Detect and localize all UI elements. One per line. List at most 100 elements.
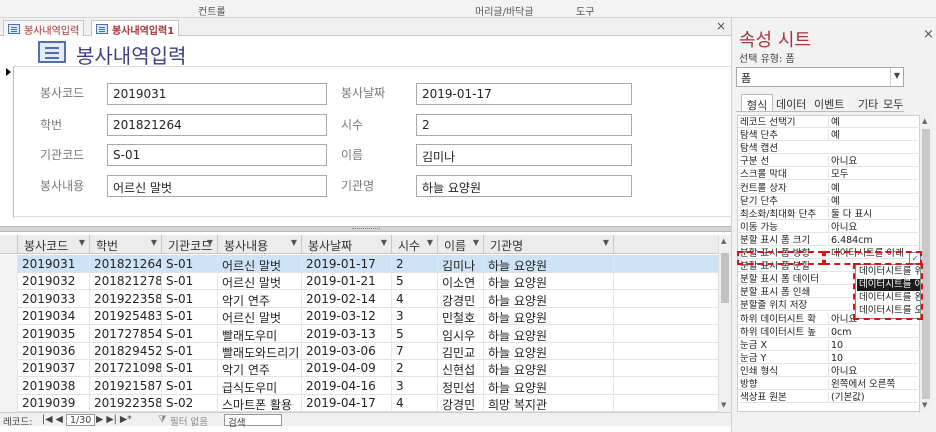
record-selector[interactable] bbox=[4, 66, 14, 218]
table-cell[interactable]: 201925483 bbox=[90, 307, 162, 326]
table-cell[interactable]: 2019033 bbox=[18, 289, 90, 308]
table-cell[interactable]: 4 bbox=[392, 394, 438, 413]
table-cell[interactable]: 스마트폰 활용 bbox=[218, 394, 302, 413]
nav-first-prev-buttons[interactable]: |◀ ◀ bbox=[42, 414, 63, 425]
table-cell[interactable]: 악기 연주 bbox=[218, 289, 302, 308]
property-value[interactable]: 아니요 bbox=[828, 221, 920, 233]
row-selector[interactable] bbox=[0, 289, 18, 308]
table-cell[interactable]: S-01 bbox=[162, 376, 218, 395]
table-cell[interactable]: 5 bbox=[392, 324, 438, 343]
ribbon-context-label[interactable]: 컨트롤 bbox=[198, 3, 226, 18]
chevron-down-icon[interactable]: ▼ bbox=[79, 238, 85, 247]
table-cell[interactable]: 2019036 bbox=[18, 342, 90, 360]
table-cell[interactable]: 어르신 말벗 bbox=[218, 255, 302, 273]
table-cell[interactable]: 2019037 bbox=[18, 359, 90, 378]
table-cell[interactable]: 201829452 bbox=[90, 342, 162, 360]
table-cell[interactable]: 3 bbox=[392, 307, 438, 326]
scroll-down-icon[interactable]: ▼ bbox=[922, 401, 927, 409]
student-id-field[interactable]: 201821264 bbox=[107, 114, 327, 136]
table-cell[interactable]: 빨래도우미 bbox=[218, 324, 302, 343]
table-cell[interactable]: 강경민 bbox=[438, 289, 484, 308]
table-cell[interactable]: 희망 복지관 bbox=[484, 394, 614, 413]
name-field[interactable]: 김미나 bbox=[416, 144, 632, 166]
row-selector[interactable] bbox=[0, 272, 18, 291]
column-header[interactable]: 기관코드 ▼ bbox=[162, 235, 218, 254]
property-tab[interactable]: 데이터 bbox=[771, 94, 811, 112]
property-row[interactable]: 눈금 Y 10 bbox=[738, 352, 921, 364]
ribbon-tools[interactable]: 도구 bbox=[576, 3, 594, 18]
property-value[interactable]: 예 bbox=[828, 117, 920, 128]
property-row[interactable]: 컨트롤 상자 예 bbox=[738, 182, 921, 194]
table-cell[interactable]: 정민섭 bbox=[438, 376, 484, 395]
table-cell[interactable]: 하늘 요양원 bbox=[484, 289, 614, 308]
object-selector[interactable]: 폼 bbox=[736, 67, 904, 87]
chevron-down-icon[interactable]: ▼ bbox=[151, 238, 157, 247]
table-row[interactable]: 2019035 201727854 S-01 빨래도우미 2019-03-13 5 임시우 하… bbox=[0, 324, 718, 343]
chevron-down-icon[interactable]: ▼ bbox=[381, 238, 387, 247]
table-cell[interactable]: 2019-03-12 bbox=[302, 307, 392, 326]
column-header[interactable]: 기관명 ▼ bbox=[484, 235, 614, 254]
column-header[interactable]: 이름 ▼ bbox=[438, 235, 484, 254]
scroll-down-icon[interactable]: ▼ bbox=[721, 401, 726, 409]
property-row[interactable]: 색상표 원본 (기본값) bbox=[738, 392, 921, 404]
column-header[interactable]: 학번 ▼ bbox=[90, 235, 162, 254]
table-cell[interactable]: S-01 bbox=[162, 255, 218, 273]
datasheet-scrollbar[interactable]: ▲ ▼ bbox=[718, 235, 731, 412]
table-cell[interactable]: 2019038 bbox=[18, 376, 90, 395]
hours-field[interactable]: 2 bbox=[416, 114, 632, 136]
table-row[interactable]: 2019039 201922358 S-02 스마트폰 활용 2019-04-17 4 강경… bbox=[0, 394, 718, 413]
chevron-down-icon[interactable]: ▼ bbox=[207, 238, 213, 247]
table-cell[interactable]: 2019-01-21 bbox=[302, 272, 392, 291]
property-row[interactable]: 레코드 선택기 예 bbox=[738, 117, 921, 128]
table-cell[interactable]: 2019-01-17 bbox=[302, 255, 392, 273]
table-cell[interactable]: 2 bbox=[392, 255, 438, 273]
table-cell[interactable]: 2019032 bbox=[18, 272, 90, 291]
table-cell[interactable]: 7 bbox=[392, 342, 438, 360]
current-record-input[interactable]: 1/30 bbox=[66, 414, 96, 426]
table-cell[interactable]: 어르신 말벗 bbox=[218, 307, 302, 326]
chevron-down-icon[interactable]: ▼ bbox=[473, 238, 479, 247]
table-cell[interactable]: 201921587 bbox=[90, 376, 162, 395]
scroll-thumb[interactable] bbox=[922, 129, 930, 399]
property-row[interactable]: 탐색 캡션 bbox=[738, 143, 921, 155]
table-cell[interactable]: 2019-04-09 bbox=[302, 359, 392, 378]
table-cell[interactable]: 강경민 bbox=[438, 394, 484, 413]
tab-service-entry-1[interactable]: 봉사내역입력1 bbox=[91, 20, 180, 37]
chevron-down-icon[interactable]: ▼ bbox=[603, 238, 609, 247]
table-cell[interactable]: 하늘 요양원 bbox=[484, 342, 614, 360]
close-icon[interactable]: × bbox=[923, 27, 934, 42]
table-cell[interactable]: 2019034 bbox=[18, 307, 90, 326]
tab-service-entry[interactable]: 봉사내역입력 bbox=[3, 20, 85, 37]
table-cell[interactable]: 이소연 bbox=[438, 272, 484, 291]
table-cell[interactable]: 악기 연주 bbox=[218, 359, 302, 378]
table-cell[interactable]: 2019-04-16 bbox=[302, 376, 392, 395]
table-cell[interactable]: 하늘 요양원 bbox=[484, 272, 614, 291]
table-cell[interactable]: S-01 bbox=[162, 272, 218, 291]
table-cell[interactable]: 2019-04-17 bbox=[302, 394, 392, 413]
property-value[interactable]: 왼쪽에서 오른쪽 bbox=[828, 379, 920, 390]
table-row[interactable]: 2019033 201922358 S-01 악기 연주 2019-02-14 4 강경민 하… bbox=[0, 289, 718, 308]
property-value[interactable]: 예 bbox=[828, 195, 920, 207]
row-selector[interactable] bbox=[0, 359, 18, 378]
property-row[interactable]: 이동 가능 아니요 bbox=[738, 221, 921, 233]
table-cell[interactable]: S-01 bbox=[162, 307, 218, 326]
table-cell[interactable]: 2019035 bbox=[18, 324, 90, 343]
table-cell[interactable]: 3 bbox=[392, 376, 438, 395]
table-cell[interactable]: 201922358 bbox=[90, 289, 162, 308]
row-selector[interactable] bbox=[0, 307, 18, 326]
property-value[interactable]: 0cm bbox=[828, 326, 920, 338]
table-cell[interactable]: 2 bbox=[392, 359, 438, 378]
property-row[interactable]: 최소화/최대화 단추 둘 다 표시 bbox=[738, 208, 921, 220]
table-cell[interactable]: 하늘 요양원 bbox=[484, 307, 614, 326]
property-row[interactable]: 닫기 단추 예 bbox=[738, 195, 921, 207]
property-tab[interactable]: 모두 bbox=[878, 94, 908, 112]
table-cell[interactable]: 4 bbox=[392, 289, 438, 308]
table-row[interactable]: 2019034 201925483 S-01 어르신 말벗 2019-03-12 3 민철호… bbox=[0, 307, 718, 326]
row-selector[interactable] bbox=[0, 324, 18, 343]
row-selector[interactable] bbox=[0, 255, 18, 273]
table-cell[interactable]: 201922358 bbox=[90, 394, 162, 413]
row-selector[interactable] bbox=[0, 342, 18, 360]
service-date-field[interactable]: 2019-01-17 bbox=[416, 83, 632, 105]
table-cell[interactable]: 임시우 bbox=[438, 324, 484, 343]
filter-icon[interactable]: ⧩ bbox=[158, 414, 166, 425]
